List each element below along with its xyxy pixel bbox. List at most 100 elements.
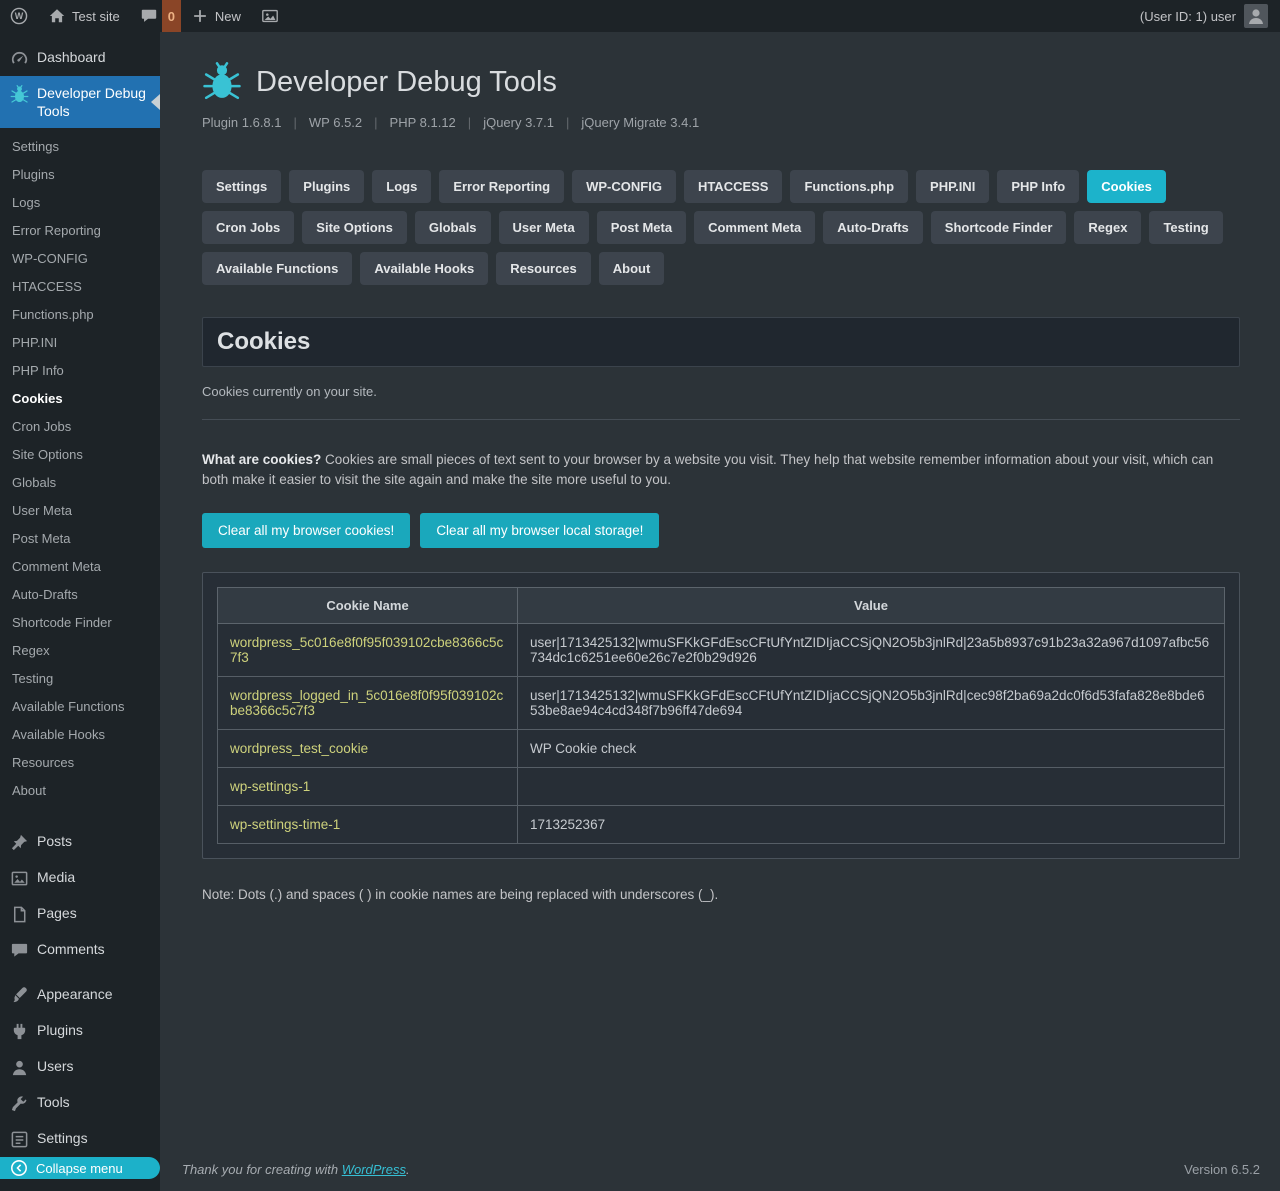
comments-link[interactable] (130, 0, 162, 32)
sidebar-subitem-globals[interactable]: Globals (0, 469, 160, 497)
cookie-name-cell: wp-settings-1 (218, 768, 518, 806)
sidebar-subitem-about[interactable]: About (0, 777, 160, 805)
tab-error-reporting[interactable]: Error Reporting (439, 170, 564, 203)
tab-post-meta[interactable]: Post Meta (597, 211, 686, 244)
sidebar-top-menu: DashboardDeveloper Debug Tools (0, 40, 160, 128)
tab-php-info[interactable]: PHP Info (997, 170, 1079, 203)
tools-icon (10, 1094, 29, 1113)
sidebar-item-settings[interactable]: Settings (0, 1121, 160, 1157)
wordpress-logo-icon: W (10, 7, 28, 25)
cookie-name-cell: wp-settings-time-1 (218, 806, 518, 844)
button-clear-all-my-browser-local-storage[interactable]: Clear all my browser local storage! (420, 513, 659, 548)
screenshot-shortcut-button[interactable] (251, 0, 289, 32)
tab-available-functions[interactable]: Available Functions (202, 252, 352, 285)
sidebar-item-tools[interactable]: Tools (0, 1085, 160, 1121)
tab-available-hooks[interactable]: Available Hooks (360, 252, 488, 285)
sidebar-item-media[interactable]: Media (0, 860, 160, 896)
sidebar-subitem-site-options[interactable]: Site Options (0, 441, 160, 469)
tab-regex[interactable]: Regex (1074, 211, 1141, 244)
sidebar-item-dashboard[interactable]: Dashboard (0, 40, 160, 76)
sidebar-item-comments[interactable]: Comments (0, 932, 160, 968)
sidebar-subitem-post-meta[interactable]: Post Meta (0, 525, 160, 553)
sidebar-subitem-php-ini[interactable]: PHP.INI (0, 329, 160, 357)
tab-about[interactable]: About (599, 252, 665, 285)
tab-resources[interactable]: Resources (496, 252, 590, 285)
sidebar-subitem-plugins[interactable]: Plugins (0, 161, 160, 189)
cookies-description: What are cookies? Cookies are small piec… (202, 450, 1240, 489)
home-icon (48, 7, 66, 25)
current-menu-arrow (151, 94, 160, 110)
sidebar-subitem-testing[interactable]: Testing (0, 665, 160, 693)
menu-separator (0, 815, 160, 824)
sidebar-item-developer-debug-tools[interactable]: Developer Debug Tools (0, 76, 160, 128)
tab-globals[interactable]: Globals (415, 211, 491, 244)
sidebar-subitem-cron-jobs[interactable]: Cron Jobs (0, 413, 160, 441)
cookies-description-text: Cookies are small pieces of text sent to… (202, 452, 1213, 487)
sidebar-item-users[interactable]: Users (0, 1049, 160, 1085)
tab-settings[interactable]: Settings (202, 170, 281, 203)
media-icon (10, 869, 29, 888)
tab-cron-jobs[interactable]: Cron Jobs (202, 211, 294, 244)
tab-testing[interactable]: Testing (1149, 211, 1222, 244)
version-info: Plugin 1.6.8.1 (202, 115, 282, 130)
sidebar-item-posts[interactable]: Posts (0, 824, 160, 860)
sidebar-subitem-cookies[interactable]: Cookies (0, 385, 160, 413)
tab-cookies[interactable]: Cookies (1087, 170, 1166, 203)
button-clear-all-my-browser-cookies[interactable]: Clear all my browser cookies! (202, 513, 410, 548)
table-row: wordpress_5c016e8f0f95f039102cbe8366c5c7… (218, 624, 1225, 677)
plugin-bug-icon (202, 62, 242, 102)
sidebar-subitem-settings[interactable]: Settings (0, 133, 160, 161)
sidebar-subitem-php-info[interactable]: PHP Info (0, 357, 160, 385)
section-heading: Cookies (217, 328, 1225, 356)
cookies-table-body: wordpress_5c016e8f0f95f039102cbe8366c5c7… (218, 624, 1225, 844)
sidebar-subitem-available-functions[interactable]: Available Functions (0, 693, 160, 721)
tab-php-ini[interactable]: PHP.INI (916, 170, 989, 203)
tab-plugins[interactable]: Plugins (289, 170, 364, 203)
tab-htaccess[interactable]: HTACCESS (684, 170, 783, 203)
page-footer: Thank you for creating with WordPress. V… (160, 1150, 1280, 1191)
collapse-menu-button[interactable]: Collapse menu (0, 1157, 160, 1179)
tab-shortcode-finder[interactable]: Shortcode Finder (931, 211, 1067, 244)
sidebar-subitem-auto-drafts[interactable]: Auto-Drafts (0, 581, 160, 609)
sidebar-subitem-error-reporting[interactable]: Error Reporting (0, 217, 160, 245)
sidebar-subitem-htaccess[interactable]: HTACCESS (0, 273, 160, 301)
table-row: wordpress_logged_in_5c016e8f0f95f039102c… (218, 677, 1225, 730)
sidebar-item-label: Settings (37, 1129, 88, 1147)
site-name-link[interactable]: Test site (38, 0, 130, 32)
tab-site-options[interactable]: Site Options (302, 211, 407, 244)
table-row: wp-settings-1 (218, 768, 1225, 806)
dashboard-icon (10, 49, 29, 68)
sidebar-subitem-available-hooks[interactable]: Available Hooks (0, 721, 160, 749)
sidebar-subitem-shortcode-finder[interactable]: Shortcode Finder (0, 609, 160, 637)
plugin-submenu: SettingsPluginsLogsError ReportingWP-CON… (0, 128, 160, 815)
sidebar-subitem-comment-meta[interactable]: Comment Meta (0, 553, 160, 581)
tab-functions-php[interactable]: Functions.php (790, 170, 908, 203)
sidebar-subitem-regex[interactable]: Regex (0, 637, 160, 665)
tab-auto-drafts[interactable]: Auto-Drafts (823, 211, 923, 244)
sidebar-subitem-functions-php[interactable]: Functions.php (0, 301, 160, 329)
cookie-value-cell (518, 768, 1225, 806)
sidebar-item-appearance[interactable]: Appearance (0, 977, 160, 1013)
version-meta-line: Plugin 1.6.8.1|WP 6.5.2|PHP 8.1.12|jQuer… (202, 115, 1240, 130)
new-button[interactable]: New (181, 0, 251, 32)
tab-user-meta[interactable]: User Meta (499, 211, 589, 244)
wordpress-link[interactable]: WordPress (342, 1162, 406, 1177)
sidebar-subitem-wp-config[interactable]: WP-CONFIG (0, 245, 160, 273)
user-account-link[interactable]: (User ID: 1) user (1130, 0, 1280, 32)
tab-comment-meta[interactable]: Comment Meta (694, 211, 815, 244)
sidebar-item-plugins[interactable]: Plugins (0, 1013, 160, 1049)
section-heading-box: Cookies (202, 317, 1240, 367)
sidebar-item-pages[interactable]: Pages (0, 896, 160, 932)
cookies-table-head: Cookie NameValue (218, 588, 1225, 624)
comments-count-badge[interactable]: 0 (162, 0, 181, 32)
tab-logs[interactable]: Logs (372, 170, 431, 203)
collapse-menu-label: Collapse menu (36, 1161, 123, 1176)
tab-wp-config[interactable]: WP-CONFIG (572, 170, 676, 203)
page-header: Developer Debug Tools (202, 62, 1240, 102)
sidebar-subitem-user-meta[interactable]: User Meta (0, 497, 160, 525)
sidebar-subitem-logs[interactable]: Logs (0, 189, 160, 217)
wp-logo-button[interactable]: W (0, 0, 38, 32)
sidebar-subitem-resources[interactable]: Resources (0, 749, 160, 777)
meta-separator: | (566, 115, 569, 130)
comment-icon (140, 7, 158, 25)
